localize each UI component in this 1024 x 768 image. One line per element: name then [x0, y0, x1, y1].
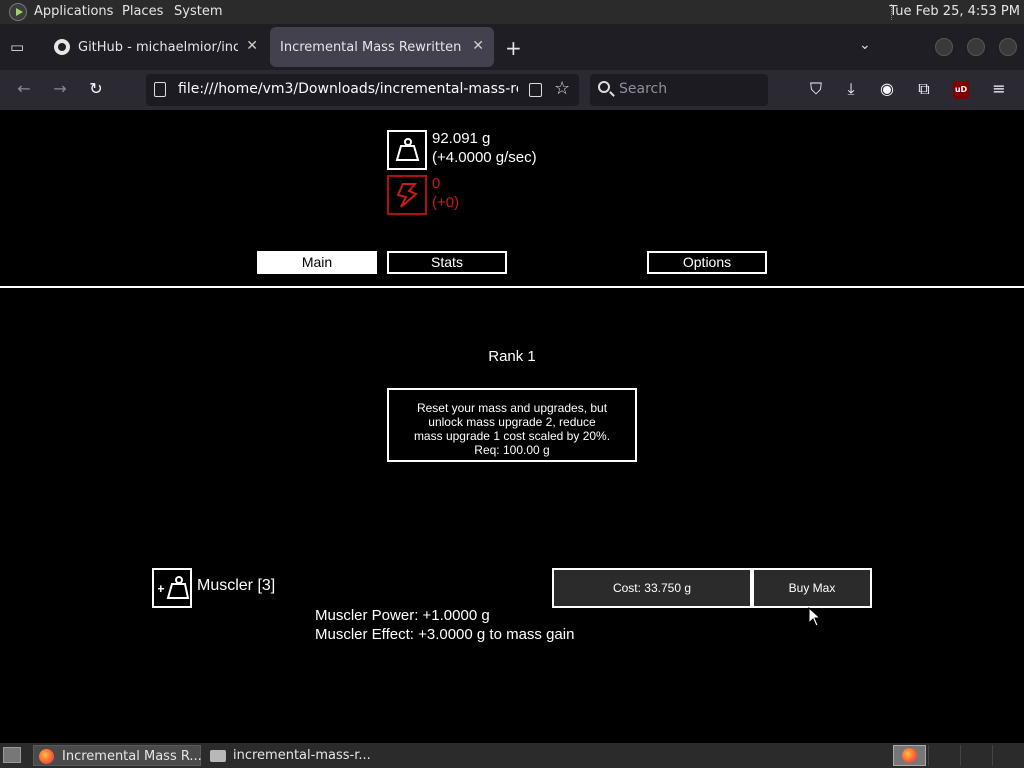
back-arrow-icon[interactable]: ← — [13, 79, 35, 99]
rank-requirement: Req: 100.00 g — [474, 442, 550, 457]
firefox-icon — [902, 748, 917, 763]
github-icon — [54, 39, 70, 55]
muscler-buy-button[interactable]: Cost: 33.750 g — [552, 568, 752, 608]
applications-menu[interactable]: Applications — [34, 4, 113, 19]
reader-view-icon[interactable] — [529, 83, 542, 97]
downloads-icon[interactable]: ⤓ — [840, 79, 862, 99]
extensions-icon[interactable]: ⧉ — [913, 79, 935, 99]
taskbar-item-firefox[interactable]: Incremental Mass R... — [33, 745, 202, 766]
workspace-1[interactable] — [893, 745, 926, 766]
rage-display: 0 (+0) — [432, 174, 459, 212]
browser-tab-bar: ▭ GitHub - michaelmior/incremental-mass-… — [0, 24, 1024, 70]
muscler-power: Muscler Power: +1.0000 g — [315, 607, 490, 624]
mass-amount: 92.091 g — [432, 130, 491, 147]
rank-description-line: unlock mass upgrade 2, reduce — [428, 414, 596, 429]
mass-display: 92.091 g (+4.0000 g/sec) — [432, 129, 537, 167]
rank-description-line: Reset your mass and upgrades, but — [416, 400, 608, 415]
workspace-2[interactable] — [928, 745, 960, 766]
account-icon[interactable]: ◉ — [876, 79, 898, 99]
browser-navigation-bar: ← → ↻ file:///home/vm3/Downloads/increme… — [0, 70, 1024, 110]
clock[interactable]: Tue Feb 25, 4:53 PM — [889, 4, 1020, 19]
url-text[interactable]: file:///home/vm3/Downloads/incremental-m… — [178, 81, 518, 97]
mouse-cursor-icon — [808, 607, 822, 627]
close-window-icon[interactable] — [999, 38, 1017, 56]
url-bar[interactable]: file:///home/vm3/Downloads/incremental-m… — [146, 74, 579, 106]
rank-description-line: mass upgrade 1 cost scaled by 20%. — [413, 428, 611, 443]
places-menu[interactable]: Places — [122, 4, 163, 19]
muscler-name: Muscler [3] — [197, 577, 276, 594]
svg-text:+: + — [158, 581, 165, 596]
show-desktop-icon[interactable] — [3, 747, 21, 763]
list-all-tabs-icon[interactable]: ▭ — [10, 38, 30, 56]
mass-weight-icon — [387, 130, 427, 170]
tab-incremental-mass[interactable]: Incremental Mass Rewritten ✕ — [270, 27, 494, 67]
pocket-icon[interactable]: ⛉ — [805, 79, 827, 99]
tab-main[interactable]: Main — [257, 251, 377, 274]
search-bar[interactable] — [590, 74, 768, 106]
mass-rate: (+4.0000 g/sec) — [432, 149, 537, 166]
bookmark-star-icon[interactable]: ☆ — [554, 78, 570, 99]
muscler-icon: + — [152, 568, 192, 608]
game-page: 92.091 g (+4.0000 g/sec) 0 (+0) Main Sta… — [0, 110, 1024, 743]
firefox-icon — [39, 749, 54, 764]
maximize-window-icon[interactable] — [967, 38, 985, 56]
page-icon — [154, 82, 166, 97]
search-icon — [598, 81, 610, 93]
workspace-4[interactable] — [992, 745, 1024, 766]
rage-power-icon — [387, 175, 427, 215]
divider — [0, 286, 1024, 288]
taskbar: Incremental Mass R... incremental-mass-r… — [0, 743, 1024, 768]
tab-label: GitHub - michaelmior/incremental-mass-re… — [78, 40, 238, 55]
ublock-icon[interactable]: uD — [953, 81, 969, 99]
system-logo-icon[interactable] — [9, 3, 27, 21]
rank-reset-button[interactable]: Reset your mass and upgrades, but unlock… — [387, 388, 637, 462]
muscler-buy-max-button[interactable]: Buy Max — [752, 568, 872, 608]
folder-icon — [210, 750, 226, 762]
forward-arrow-icon[interactable]: → — [49, 79, 71, 99]
minimize-window-icon[interactable] — [935, 38, 953, 56]
muscler-stats: Muscler Power: +1.0000 g Muscler Effect:… — [315, 606, 574, 644]
system-top-panel: Applications Places System Tue Feb 25, 4… — [0, 0, 1024, 24]
system-menu[interactable]: System — [174, 4, 222, 19]
rage-amount: 0 — [432, 175, 441, 192]
muscler-effect: Muscler Effect: +3.0000 g to mass gain — [315, 626, 575, 643]
taskbar-item-label: incremental-mass-r... — [233, 748, 371, 763]
search-input[interactable] — [619, 81, 759, 97]
reload-icon[interactable]: ↻ — [85, 79, 107, 99]
taskbar-item-folder[interactable]: incremental-mass-r... — [205, 745, 373, 766]
close-tab-icon[interactable]: ✕ — [472, 38, 484, 54]
rank-title: Rank 1 — [488, 348, 536, 365]
tab-options[interactable]: Options — [647, 251, 767, 274]
tab-github[interactable]: GitHub - michaelmior/incremental-mass-re… — [44, 27, 268, 67]
close-tab-icon[interactable]: ✕ — [246, 38, 258, 54]
chevron-down-icon[interactable]: ⌄ — [859, 37, 871, 53]
workspace-3[interactable] — [960, 745, 992, 766]
taskbar-item-label: Incremental Mass R... — [62, 749, 202, 764]
rage-rate: (+0) — [432, 194, 460, 211]
tab-label: Incremental Mass Rewritten — [280, 40, 462, 55]
menu-icon[interactable]: ≡ — [988, 79, 1010, 99]
new-tab-icon[interactable]: + — [505, 36, 522, 60]
tab-stats[interactable]: Stats — [387, 251, 507, 274]
